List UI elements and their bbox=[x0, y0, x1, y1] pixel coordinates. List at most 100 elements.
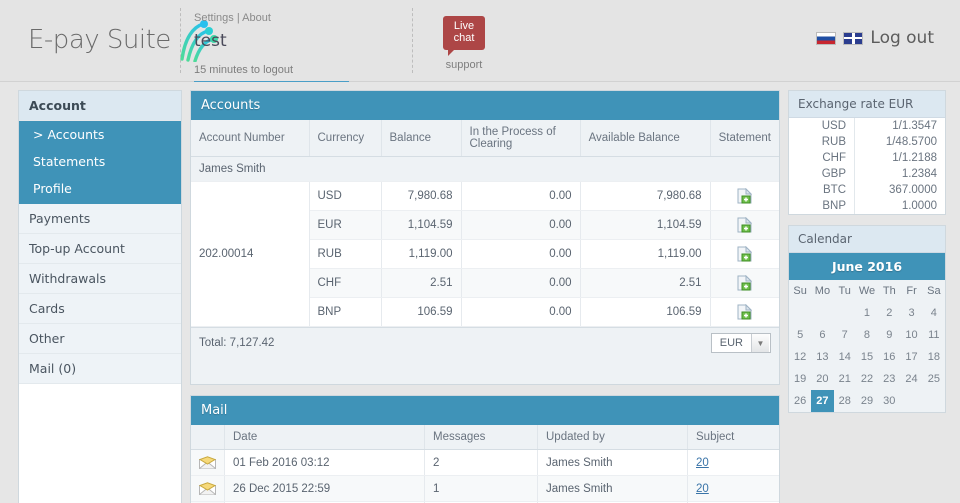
calendar-day[interactable]: 26 bbox=[789, 390, 812, 412]
table-row: BTC 367.0000 bbox=[789, 182, 945, 198]
calendar-day-selected[interactable]: 27 bbox=[811, 390, 834, 412]
calendar-day[interactable]: 1 bbox=[855, 302, 879, 324]
calendar-day[interactable]: 16 bbox=[878, 346, 901, 368]
calendar-day bbox=[833, 302, 856, 324]
logout-timer: 15 minutes to logout bbox=[194, 64, 349, 83]
statement-cell[interactable] bbox=[710, 181, 779, 211]
calendar-day[interactable]: 11 bbox=[922, 324, 945, 346]
mail-subject-cell[interactable]: 20 bbox=[687, 475, 779, 502]
accounts-panel-title: Accounts bbox=[191, 91, 779, 120]
accounts-panel-footer bbox=[191, 358, 779, 384]
calendar-table: Su Mo Tu We Th Fr Sa 1 2 3 4 5 6 7 8 9 1… bbox=[789, 280, 945, 412]
total-currency-select[interactable]: EUR ▼ bbox=[710, 333, 771, 353]
mail-subject-link[interactable]: 20 bbox=[696, 457, 709, 469]
account-group-row: James Smith bbox=[191, 156, 779, 182]
calendar-day[interactable]: 10 bbox=[900, 324, 923, 346]
statement-cell[interactable] bbox=[710, 210, 779, 240]
sidebar-item-payments[interactable]: Payments bbox=[19, 204, 181, 234]
table-row[interactable]: 01 Feb 2016 03:12 2 James Smith 20 bbox=[191, 449, 779, 476]
mail-subject-cell[interactable]: 20 bbox=[687, 449, 779, 476]
calendar-day[interactable]: 17 bbox=[900, 346, 923, 368]
sidebar-item-accounts[interactable]: > Accounts bbox=[19, 121, 181, 148]
calendar-day[interactable]: 18 bbox=[922, 346, 945, 368]
available-balance-cell: 2.51 bbox=[580, 268, 711, 298]
flag-ru-icon[interactable] bbox=[816, 31, 837, 45]
live-chat-widget[interactable]: Live chat support bbox=[432, 16, 496, 71]
header-links: Settings | About bbox=[194, 12, 409, 24]
sidebar-item-mail[interactable]: Mail (0) bbox=[19, 354, 181, 384]
calendar-day[interactable]: 20 bbox=[811, 368, 834, 390]
calendar-week-row: 1 2 3 4 bbox=[789, 302, 945, 324]
sidebar-item-label: Cards bbox=[29, 301, 65, 316]
calendar-day[interactable]: 23 bbox=[878, 368, 901, 390]
live-chat-bubble[interactable]: Live chat bbox=[443, 16, 485, 56]
sidebar-item-cards[interactable]: Cards bbox=[19, 294, 181, 324]
statement-cell[interactable] bbox=[710, 268, 779, 298]
total-currency-value: EUR bbox=[719, 337, 743, 349]
calendar-day[interactable]: 29 bbox=[855, 390, 879, 412]
sidebar-item-label: Statements bbox=[33, 154, 106, 169]
calendar-day[interactable]: 8 bbox=[855, 324, 879, 346]
statement-cell[interactable] bbox=[710, 297, 779, 327]
calendar-day[interactable]: 12 bbox=[789, 346, 812, 368]
table-row[interactable]: 202.00014 USD 7,980.68 0.00 7,980.68 bbox=[191, 181, 779, 327]
calendar-title: Calendar bbox=[789, 226, 945, 253]
calendar-weekday-row: Su Mo Tu We Th Fr Sa bbox=[789, 280, 945, 302]
calendar-day[interactable]: 15 bbox=[855, 346, 879, 368]
weekday-th: Th bbox=[878, 280, 901, 302]
currency-cell: RUB bbox=[309, 239, 382, 269]
calendar-day[interactable]: 9 bbox=[878, 324, 901, 346]
sidebar-item-other[interactable]: Other bbox=[19, 324, 181, 354]
document-add-icon[interactable] bbox=[737, 245, 753, 262]
settings-link[interactable]: Settings bbox=[194, 12, 234, 24]
calendar-week-row: 5 6 7 8 9 10 11 bbox=[789, 324, 945, 346]
sidebar-item-topup-account[interactable]: Top-up Account bbox=[19, 234, 181, 264]
mail-updated-by-cell: James Smith bbox=[537, 475, 688, 502]
mail-table-header-row: Date Messages Updated by Subject bbox=[191, 425, 779, 450]
col-mail-icon bbox=[191, 425, 225, 450]
table-row[interactable]: 26 Dec 2015 22:59 1 James Smith 20 bbox=[191, 475, 779, 502]
calendar-day[interactable]: 13 bbox=[811, 346, 834, 368]
calendar-day[interactable]: 22 bbox=[855, 368, 879, 390]
calendar-day[interactable]: 4 bbox=[922, 302, 945, 324]
fx-code: GBP bbox=[789, 166, 856, 182]
sidebar-item-account[interactable]: Account bbox=[19, 91, 181, 121]
calendar-day[interactable]: 24 bbox=[900, 368, 923, 390]
calendar-day[interactable]: 28 bbox=[833, 390, 856, 412]
accounts-totals-bar: Total: 7,127.42 EUR ▼ bbox=[191, 327, 779, 358]
calendar-day[interactable]: 2 bbox=[878, 302, 901, 324]
sidebar-item-label: Profile bbox=[33, 181, 72, 196]
mail-date-cell: 26 Dec 2015 22:59 bbox=[224, 475, 425, 502]
weekday-tu: Tu bbox=[833, 280, 856, 302]
calendar-day[interactable]: 14 bbox=[833, 346, 856, 368]
calendar-day[interactable]: 3 bbox=[900, 302, 923, 324]
document-add-icon[interactable] bbox=[737, 274, 753, 291]
mail-subject-link[interactable]: 20 bbox=[696, 483, 709, 495]
calendar-day[interactable]: 19 bbox=[789, 368, 812, 390]
statement-cell[interactable] bbox=[710, 239, 779, 269]
sidebar-item-withdrawals[interactable]: Withdrawals bbox=[19, 264, 181, 294]
calendar-day[interactable]: 25 bbox=[922, 368, 945, 390]
chevron-down-icon[interactable]: ▼ bbox=[751, 334, 769, 352]
app-header: E-pay Suite Settings | About test 15 min… bbox=[0, 0, 960, 83]
fx-code: USD bbox=[789, 118, 856, 134]
calendar-day[interactable]: 5 bbox=[789, 324, 812, 346]
sidebar-item-statements[interactable]: Statements bbox=[19, 148, 181, 175]
calendar-day[interactable]: 30 bbox=[878, 390, 901, 412]
sidebar-item-profile[interactable]: Profile bbox=[19, 175, 181, 204]
document-add-icon[interactable] bbox=[737, 187, 753, 204]
flag-gb-icon[interactable] bbox=[843, 31, 864, 45]
col-currency: Currency bbox=[309, 120, 382, 157]
fx-rate: 1/1.3547 bbox=[854, 118, 945, 134]
calendar-panel: Calendar June 2016 Su Mo Tu We Th Fr Sa bbox=[788, 225, 946, 413]
document-add-icon[interactable] bbox=[737, 216, 753, 233]
clearing-cell: 0.00 bbox=[461, 297, 581, 327]
calendar-day[interactable]: 7 bbox=[833, 324, 856, 346]
logout-link[interactable]: Log out bbox=[870, 28, 934, 48]
account-number-cell: 202.00014 bbox=[191, 181, 310, 327]
calendar-day[interactable]: 21 bbox=[833, 368, 856, 390]
calendar-day[interactable]: 6 bbox=[811, 324, 834, 346]
document-add-icon[interactable] bbox=[737, 303, 753, 320]
about-link[interactable]: About bbox=[242, 12, 271, 24]
clearing-cell: 0.00 bbox=[461, 181, 581, 211]
